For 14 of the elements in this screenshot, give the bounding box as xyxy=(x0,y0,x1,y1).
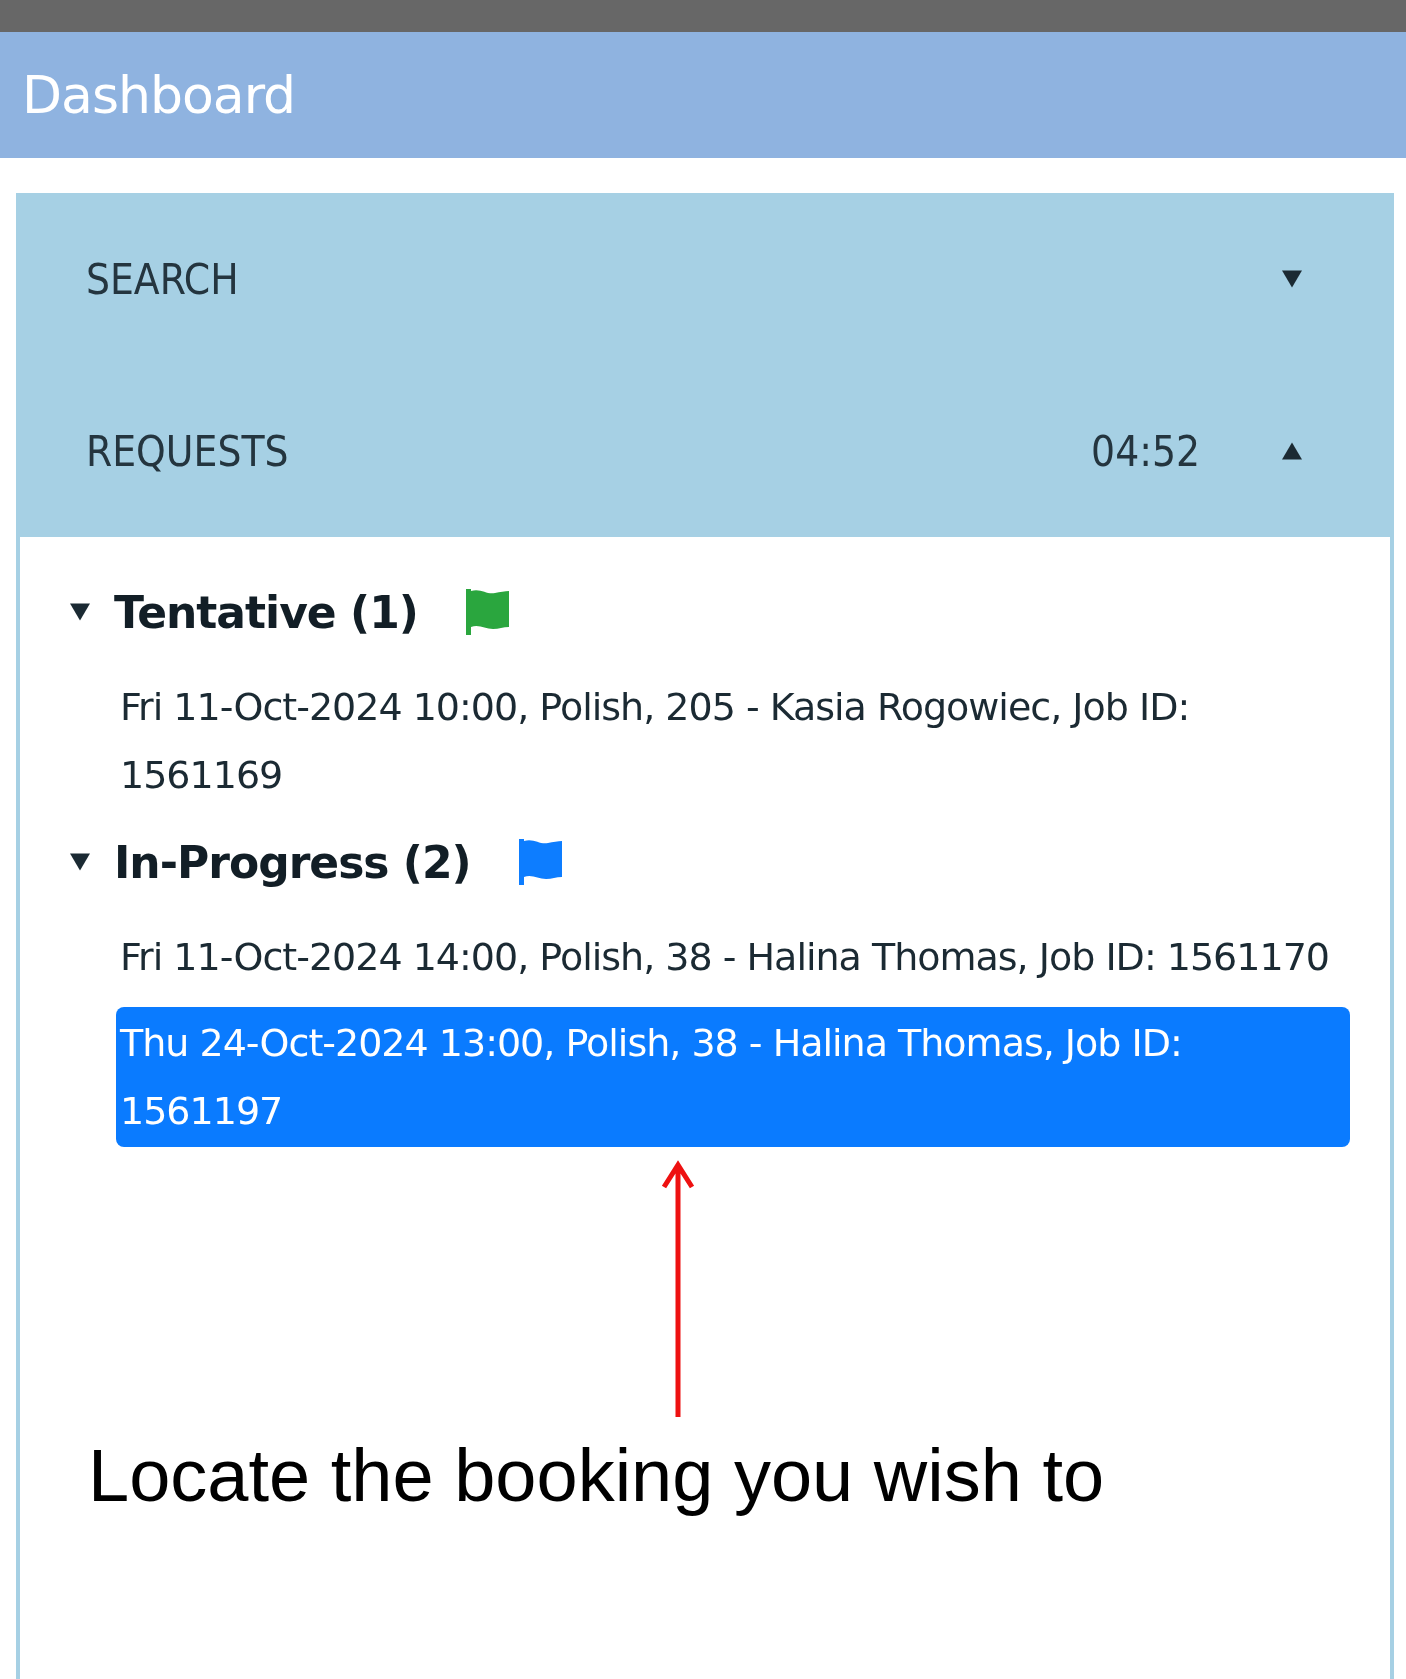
caret-down-icon[interactable] xyxy=(68,852,92,872)
annotation-text: Locate the booking you wish to xyxy=(88,1433,1106,1518)
countdown-timer: 04:52 xyxy=(1091,426,1200,476)
group-title[interactable]: Tentative (1) xyxy=(114,586,418,638)
booking-item[interactable]: Fri 11-Oct-2024 14:00, Polish, 38 - Halina Thomas, Job ID: 1561170 xyxy=(116,921,1350,993)
page-title: Dashboard xyxy=(22,65,296,125)
section-title[interactable]: REQUESTS xyxy=(86,426,1072,476)
booking-item[interactable]: Thu 24-Oct-2024 13:00, Polish, 38 - Halina Thomas, Job ID: 1561197 xyxy=(116,1007,1350,1147)
section-title[interactable]: SEARCH xyxy=(86,254,1260,304)
caret-up-icon[interactable] xyxy=(1280,441,1304,461)
caret-down-icon[interactable] xyxy=(68,602,92,622)
booking-item[interactable]: Fri 11-Oct-2024 10:00, Polish, 205 - Kasia Rogowiec, Job ID: 1561169 xyxy=(116,671,1350,811)
group-title[interactable]: In-Progress (2) xyxy=(114,836,471,888)
caret-down-icon[interactable] xyxy=(1280,269,1304,289)
